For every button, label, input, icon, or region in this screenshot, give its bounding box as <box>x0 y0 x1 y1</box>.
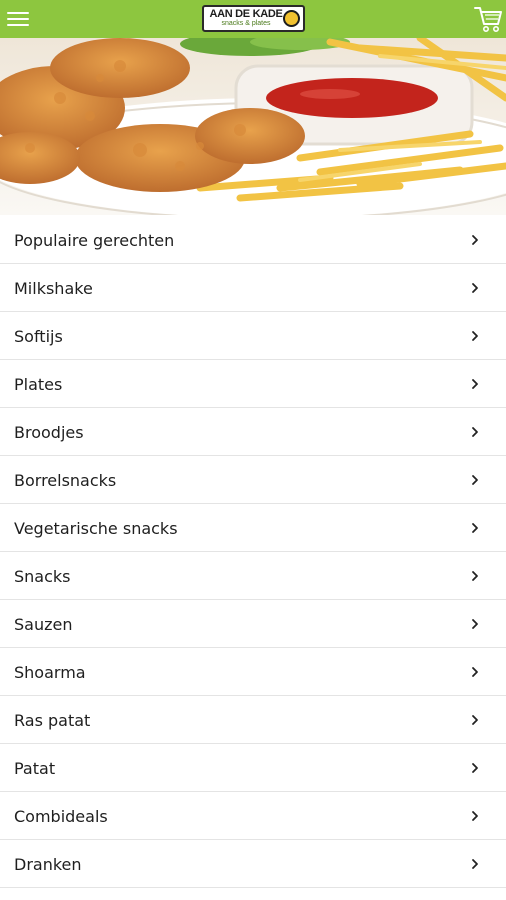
category-label: Milkshake <box>14 279 93 298</box>
category-label: Plates <box>14 375 63 394</box>
category-item[interactable]: Ras patat <box>0 696 506 744</box>
category-item[interactable]: Broodjes <box>0 408 506 456</box>
category-item[interactable]: Populaire gerechten <box>0 216 506 264</box>
category-label: Sauzen <box>14 615 73 634</box>
chevron-right-icon <box>472 331 478 341</box>
logo-title: AAN DE KADE <box>209 8 283 20</box>
category-label: Snacks <box>14 567 71 586</box>
chevron-right-icon <box>472 475 478 485</box>
category-label: Broodjes <box>14 423 84 442</box>
category-item[interactable]: Shoarma <box>0 648 506 696</box>
hero-food-image <box>0 38 506 215</box>
chevron-right-icon <box>472 523 478 533</box>
chevron-right-icon <box>472 763 478 773</box>
chevron-right-icon <box>472 235 478 245</box>
category-label: Ras patat <box>14 711 91 730</box>
category-item[interactable]: Borrelsnacks <box>0 456 506 504</box>
category-label: Borrelsnacks <box>14 471 117 490</box>
logo-subtitle: snacks & plates <box>221 20 271 27</box>
category-item[interactable]: Softijs <box>0 312 506 360</box>
chevron-right-icon <box>472 859 478 869</box>
chevron-right-icon <box>472 571 478 581</box>
category-item[interactable]: Combideals <box>0 792 506 840</box>
category-item[interactable]: Dranken <box>0 840 506 888</box>
chevron-right-icon <box>472 619 478 629</box>
category-item[interactable]: Vegetarische snacks <box>0 504 506 552</box>
shopping-cart-icon[interactable] <box>473 4 503 34</box>
category-label: Combideals <box>14 807 108 826</box>
chevron-right-icon <box>472 379 478 389</box>
logo-mark-icon <box>283 10 300 27</box>
category-item[interactable]: Plates <box>0 360 506 408</box>
category-label: Dranken <box>14 855 82 874</box>
app-header: AAN DE KADE snacks & plates <box>0 0 506 38</box>
category-item[interactable]: Patat <box>0 744 506 792</box>
category-label: Patat <box>14 759 56 778</box>
category-label: Softijs <box>14 327 63 346</box>
chevron-right-icon <box>472 667 478 677</box>
hamburger-menu-icon[interactable] <box>7 10 31 28</box>
brand-logo[interactable]: AAN DE KADE snacks & plates <box>202 5 305 32</box>
category-label: Vegetarische snacks <box>14 519 178 538</box>
category-item[interactable]: Snacks <box>0 552 506 600</box>
category-label: Shoarma <box>14 663 86 682</box>
chevron-right-icon <box>472 811 478 821</box>
chevron-right-icon <box>472 427 478 437</box>
category-item[interactable]: Milkshake <box>0 264 506 312</box>
chevron-right-icon <box>472 283 478 293</box>
category-label: Populaire gerechten <box>14 231 175 250</box>
category-list: Populaire gerechten Milkshake Softijs Plate… <box>0 216 506 888</box>
category-item[interactable]: Sauzen <box>0 600 506 648</box>
chevron-right-icon <box>472 715 478 725</box>
